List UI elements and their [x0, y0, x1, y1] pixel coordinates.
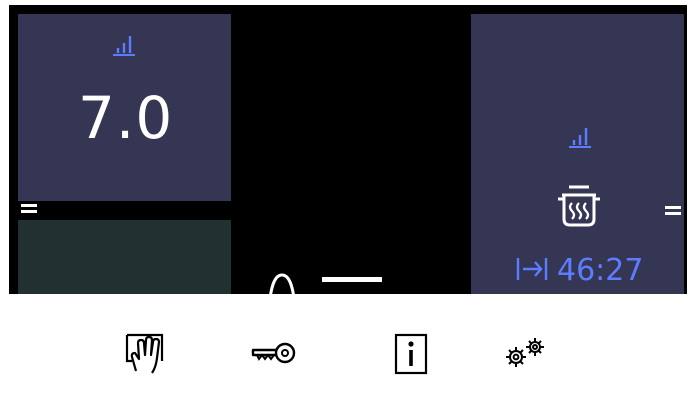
zone-indicator-bar — [322, 277, 382, 282]
settings-button[interactable] — [501, 331, 549, 375]
key-icon — [251, 342, 296, 364]
timer-display[interactable]: 46:27 — [515, 253, 643, 288]
power-level-value: 7.0 — [78, 84, 174, 152]
information-button[interactable] — [387, 331, 435, 375]
bottom-action-bar — [9, 294, 687, 408]
info-icon — [394, 333, 428, 375]
cooktop-display: 7.0 46:27 — [9, 5, 687, 408]
gears-icon — [506, 338, 544, 367]
timer-value: 46:27 — [557, 253, 644, 288]
menu-icon[interactable] — [665, 206, 681, 216]
menu-icon[interactable] — [21, 204, 37, 214]
hand-wipe-icon — [125, 333, 164, 374]
timer-countdown-icon — [515, 255, 549, 283]
steaming-pot-icon — [554, 181, 604, 231]
power-level-icon — [567, 125, 593, 149]
power-level-icon — [111, 33, 137, 57]
wipe-protection-button[interactable] — [122, 331, 170, 375]
cooking-zone-left[interactable]: 7.0 — [18, 14, 231, 201]
cooking-zone-left-lower[interactable] — [18, 220, 231, 300]
child-lock-button[interactable] — [249, 331, 297, 375]
